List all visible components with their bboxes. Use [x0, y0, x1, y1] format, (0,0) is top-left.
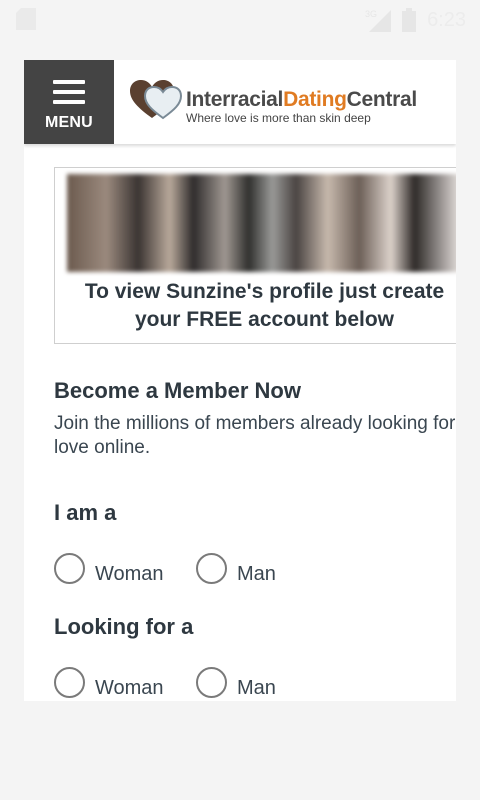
sd-card-icon [16, 8, 36, 30]
i-am-options: Woman Man [54, 550, 354, 590]
hamburger-icon [53, 80, 85, 110]
radio-circle[interactable] [196, 666, 227, 698]
battery-icon [402, 8, 417, 32]
radio-circle[interactable] [196, 552, 227, 584]
radio-label: Man [237, 562, 276, 585]
signup-title: Become a Member Now [54, 378, 301, 403]
looking-for-label: Looking for a [54, 614, 194, 639]
profile-preview-card: To view Sunzine's profile just create yo… [54, 167, 456, 344]
logo-wordmark: InterracialDatingCentral [186, 88, 417, 111]
web-page: MENU InterracialDatingCentral Where love… [24, 60, 456, 701]
signal-icon: 3G [365, 9, 392, 32]
looking-for-options: Woman Man [54, 664, 354, 701]
profile-promo-text: To view Sunzine's profile just create yo… [84, 280, 445, 331]
blurred-profile-photos [67, 174, 456, 272]
i-am-woman-radio[interactable]: Woman [54, 550, 164, 586]
looking-for-woman-radio[interactable]: Woman [54, 664, 164, 700]
status-bar: 3G 6:23 [0, 0, 480, 40]
radio-label: Man [237, 676, 276, 699]
site-header: MENU InterracialDatingCentral Where love… [24, 60, 456, 144]
i-am-label: I am a [54, 500, 117, 525]
i-am-man-radio[interactable]: Man [196, 550, 276, 586]
menu-button[interactable]: MENU [24, 60, 114, 144]
radio-label: Woman [95, 562, 164, 585]
hearts-logo-icon [130, 80, 183, 120]
clock: 6:23 [427, 8, 466, 31]
radio-circle[interactable] [54, 552, 85, 584]
site-logo[interactable]: InterracialDatingCentral Where love is m… [130, 80, 456, 130]
radio-label: Woman [95, 676, 164, 699]
radio-circle[interactable] [54, 666, 85, 698]
menu-label: MENU [45, 114, 93, 131]
signup-description: Join the millions of members already loo… [54, 413, 456, 458]
status-icons: 3G 6:23 [365, 6, 466, 34]
looking-for-man-radio[interactable]: Man [196, 664, 276, 700]
logo-tagline: Where love is more than skin deep [186, 111, 371, 125]
svg-text:3G: 3G [365, 9, 377, 19]
